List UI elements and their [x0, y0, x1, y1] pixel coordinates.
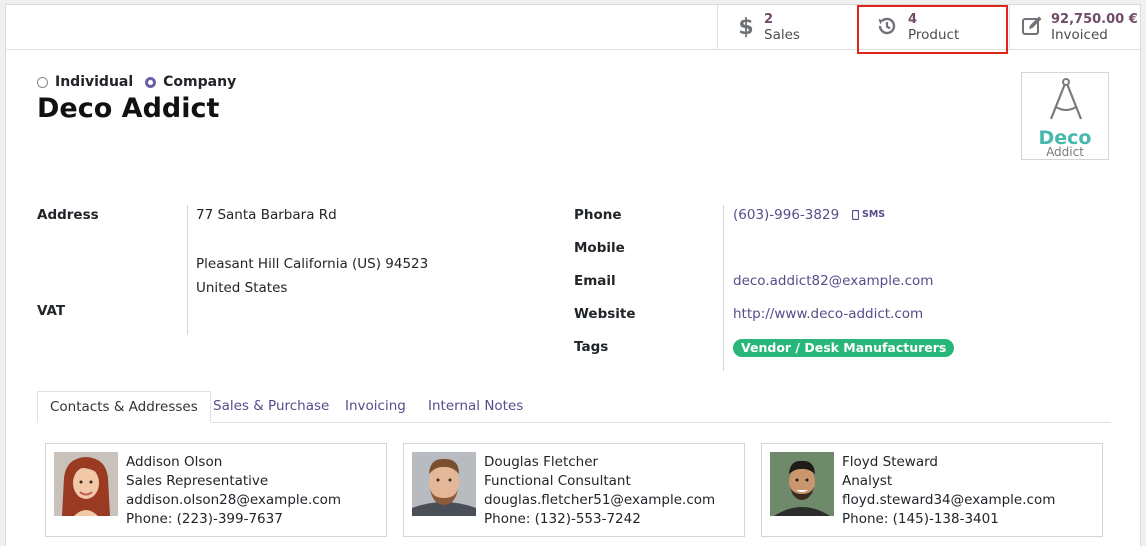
city-state-zip-field[interactable]: Pleasant Hill California (US) 94523	[196, 256, 428, 272]
notebook-tabs: Contacts & Addresses Sales & Purchase In…	[37, 391, 1111, 423]
mobile-label: Mobile	[574, 240, 625, 256]
button-box: $ 2 Sales 4 Product 92,750.00 € Invoiced	[6, 5, 1140, 50]
contact-avatar	[412, 452, 476, 516]
radio-company-circle[interactable]	[145, 76, 157, 88]
history-icon	[878, 17, 896, 35]
partner-name[interactable]: Deco Addict	[37, 93, 219, 124]
tab-sales-purchase[interactable]: Sales & Purchase	[213, 391, 329, 422]
contact-phone: Phone: (132)-553-7242	[484, 511, 641, 527]
address-label: Address	[37, 207, 99, 223]
radio-company[interactable]: Company	[145, 74, 236, 90]
phone-field[interactable]: (603)-996-3829	[733, 207, 839, 223]
email-field[interactable]: deco.addict82@example.com	[733, 273, 933, 289]
product-count: 4	[908, 12, 918, 27]
product-label: Product	[908, 27, 960, 43]
sales-stat-button[interactable]: $ 2 Sales	[717, 5, 857, 49]
dollar-icon: $	[738, 15, 753, 38]
tab-contacts-addresses[interactable]: Contacts & Addresses	[37, 391, 211, 423]
product-stat-button[interactable]: 4 Product	[857, 5, 1009, 49]
contact-name: Addison Olson	[126, 454, 223, 470]
invoiced-amount: 92,750.00 €	[1051, 12, 1138, 27]
sms-button[interactable]: SMS	[852, 209, 885, 220]
email-label: Email	[574, 273, 616, 289]
contact-phone: Phone: (145)-138-3401	[842, 511, 999, 527]
svg-text:$: $	[738, 15, 753, 38]
contact-email[interactable]: floyd.steward34@example.com	[842, 492, 1055, 508]
sales-count: 2	[764, 12, 774, 27]
tag-badge[interactable]: Vendor / Desk Manufacturers	[733, 339, 955, 357]
phone-label: Phone	[574, 207, 622, 223]
radio-individual-circle[interactable]	[37, 76, 48, 88]
contact-avatar	[54, 452, 118, 516]
sales-label: Sales	[764, 27, 800, 43]
form-sheet: $ 2 Sales 4 Product 92,750.00 € Invoiced	[5, 4, 1141, 546]
contact-card[interactable]: Addison Olson Sales Representative addis…	[45, 443, 387, 537]
tags-label: Tags	[574, 339, 609, 355]
compass-logo-icon	[1049, 78, 1083, 120]
right-separator	[723, 205, 724, 371]
radio-individual-label: Individual	[55, 74, 134, 90]
contact-phone: Phone: (223)-399-7637	[126, 511, 283, 527]
contact-job: Analyst	[842, 473, 893, 489]
tab-internal-notes[interactable]: Internal Notes	[428, 391, 523, 422]
partner-logo[interactable]: Deco Addict	[1021, 72, 1109, 160]
contact-card[interactable]: Floyd Steward Analyst floyd.steward34@ex…	[761, 443, 1103, 537]
country-field[interactable]: United States	[196, 280, 287, 296]
logo-text-sub: Addict	[1046, 145, 1084, 159]
contact-email[interactable]: addison.olson28@example.com	[126, 492, 341, 508]
invoiced-label: Invoiced	[1051, 27, 1108, 43]
company-type-radio: Individual Company	[37, 74, 248, 90]
street-field[interactable]: 77 Santa Barbara Rd	[196, 207, 337, 223]
contact-job: Functional Consultant	[484, 473, 631, 489]
contact-avatar	[770, 452, 834, 516]
invoiced-stat-button[interactable]: 92,750.00 € Invoiced	[1009, 5, 1140, 49]
mobile-icon	[852, 209, 859, 220]
website-field[interactable]: http://www.deco-addict.com	[733, 306, 923, 322]
website-label: Website	[574, 306, 636, 322]
vat-label: VAT	[37, 303, 66, 319]
tab-invoicing[interactable]: Invoicing	[345, 391, 406, 422]
contact-job: Sales Representative	[126, 473, 269, 489]
left-separator	[187, 205, 188, 335]
contact-name: Floyd Steward	[842, 454, 938, 470]
radio-individual[interactable]: Individual	[37, 74, 133, 90]
contact-card[interactable]: Douglas Fletcher Functional Consultant d…	[403, 443, 745, 537]
edit-icon	[1022, 16, 1042, 35]
sms-label: SMS	[862, 209, 886, 220]
contact-email[interactable]: douglas.fletcher51@example.com	[484, 492, 715, 508]
radio-company-label: Company	[163, 74, 237, 90]
contact-name: Douglas Fletcher	[484, 454, 599, 470]
